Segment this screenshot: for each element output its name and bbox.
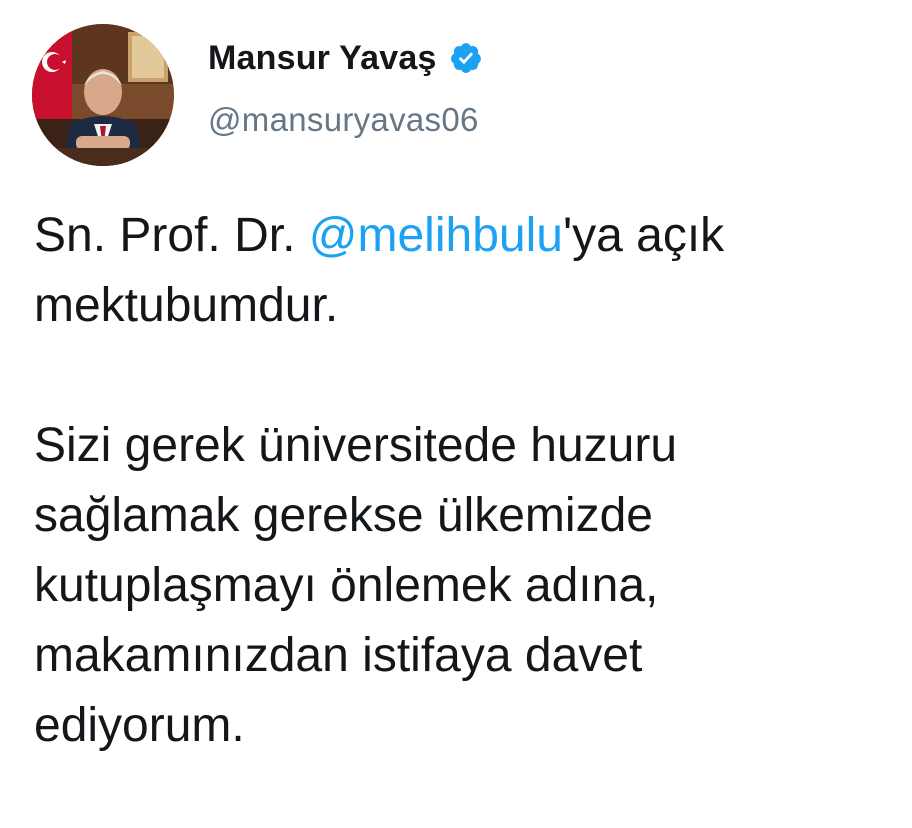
tweet-text-line: makamınızdan istifaya davet [34, 629, 643, 682]
tweet-text-line: sağlamak gerekse ülkemizde [34, 489, 653, 542]
author-handle[interactable]: @mansuryavas06 [208, 101, 479, 139]
tweet-card: Mansur Yavaş @mansuryavas06 Sn. Prof. Dr… [0, 0, 912, 828]
avatar-image [32, 24, 174, 166]
mention-link[interactable]: @melihbulu [309, 209, 563, 262]
tweet-paragraph-2: Sizi gerek üniversitede huzuru sağlamak … [34, 411, 894, 761]
avatar[interactable] [32, 24, 174, 166]
tweet-text-line1-suffix: 'ya açık [562, 209, 725, 262]
tweet-text: Sn. Prof. Dr. @melihbulu'ya açık mektubu… [34, 201, 894, 761]
tweet-text-line2: mektubumdur. [34, 279, 339, 332]
tweet-text-line: Sizi gerek üniversitede huzuru [34, 419, 678, 472]
verified-badge-icon [449, 41, 483, 75]
tweet-text-line: kutuplaşmayı önlemek adına, [34, 559, 659, 612]
tweet-text-line: ediyorum. [34, 699, 245, 752]
author-display-name[interactable]: Mansur Yavaş [208, 39, 437, 78]
tweet-text-line1-prefix: Sn. Prof. Dr. [34, 209, 309, 262]
author-name-row: Mansur Yavaş [208, 32, 483, 84]
tweet-paragraph-1: Sn. Prof. Dr. @melihbulu'ya açık mektubu… [34, 201, 894, 341]
